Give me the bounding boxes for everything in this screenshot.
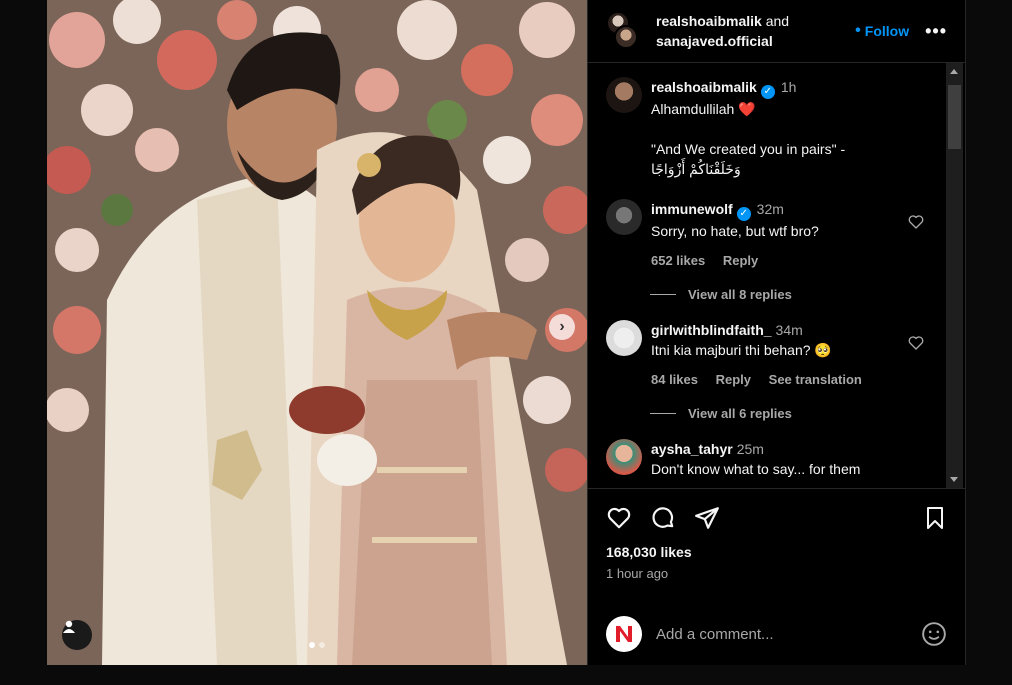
divider xyxy=(650,294,676,295)
caption: realshoaibmalik ✓ 1h Alhamdullilah ❤️ "And… xyxy=(606,77,925,179)
more-options-icon[interactable]: ••• xyxy=(925,21,947,42)
caption-text: وَخَلَقْنَاكُمْ أَزْوَاجًا xyxy=(651,161,741,177)
comment: aysha_tahyr 25m Don't know what to say...… xyxy=(606,439,925,479)
share-icon[interactable] xyxy=(694,505,720,531)
caption-text: "And We created you in pairs" - xyxy=(651,141,846,157)
avatar[interactable] xyxy=(606,77,642,113)
carousel-indicator xyxy=(309,642,325,648)
comment-text: Don't know what to say... for them xyxy=(651,461,861,477)
verified-badge-icon: ✓ xyxy=(760,85,775,99)
instagram-post-modal: › realshoaibmalik and sanajaved.official… xyxy=(0,0,1012,685)
comment-time[interactable]: 1h xyxy=(781,79,797,95)
next-photo-button[interactable]: › xyxy=(549,314,575,340)
post-actions: 168,030 likes 1 hour ago xyxy=(588,488,965,581)
divider xyxy=(650,413,676,414)
post-header: realshoaibmalik and sanajaved.official •… xyxy=(588,0,965,63)
comment-username[interactable]: realshoaibmalik xyxy=(651,79,757,95)
reply-button[interactable]: Reply xyxy=(716,372,751,387)
bookmark-icon[interactable] xyxy=(923,506,947,530)
comment: immunewolf ✓ 32m Sorry, no hate, but wtf b… xyxy=(606,199,925,271)
comment-username[interactable]: immunewolf xyxy=(651,201,733,217)
comment-input[interactable]: Add a comment... xyxy=(656,626,921,643)
comment-likes[interactable]: 84 likes xyxy=(651,372,698,387)
author-joiner: and xyxy=(765,13,790,29)
view-replies-label: View all 6 replies xyxy=(688,406,792,421)
reply-button[interactable]: Reply xyxy=(723,253,758,268)
post-dialog: › realshoaibmalik and sanajaved.official… xyxy=(47,0,966,665)
see-translation-button[interactable]: See translation xyxy=(769,372,862,387)
comment-time[interactable]: 32m xyxy=(757,201,784,217)
author-username[interactable]: sanajaved.official xyxy=(656,33,773,49)
comment-username[interactable]: aysha_tahyr xyxy=(651,441,733,457)
view-replies-button[interactable]: View all 8 replies xyxy=(650,287,925,302)
add-comment-bar: Add a comment... xyxy=(588,603,965,665)
post-authors: realshoaibmalik and sanajaved.official xyxy=(656,11,855,51)
profile-logo-icon xyxy=(607,617,641,651)
comment-text: Itni kia majburi thi behan? 🥺 xyxy=(651,342,832,358)
collab-avatars[interactable] xyxy=(606,11,638,51)
wedding-photo xyxy=(47,0,587,665)
scroll-thumb[interactable] xyxy=(948,85,961,149)
post-details-panel: realshoaibmalik and sanajaved.official •… xyxy=(587,0,966,665)
avatar[interactable] xyxy=(606,199,642,235)
carousel-dot xyxy=(319,642,325,648)
emoji-icon[interactable] xyxy=(921,621,947,647)
likes-count[interactable]: 168,030 likes xyxy=(606,544,947,560)
comment-icon[interactable] xyxy=(650,505,676,531)
comment-likes[interactable]: 652 likes xyxy=(651,253,705,268)
comment-text: Sorry, no hate, but wtf bro? xyxy=(651,223,819,239)
avatar xyxy=(606,616,642,652)
comment-time[interactable]: 34m xyxy=(776,322,803,338)
heart-icon[interactable] xyxy=(606,505,632,531)
caption-text: Alhamdullilah ❤️ xyxy=(651,101,756,117)
comment: girlwithblindfaith_ 34m Itni kia majburi … xyxy=(606,320,925,390)
chevron-right-icon: › xyxy=(559,318,565,335)
user-tag-icon xyxy=(63,620,75,633)
view-replies-button[interactable]: View all 6 replies xyxy=(650,406,925,421)
avatar[interactable] xyxy=(606,320,642,356)
comment-time[interactable]: 25m xyxy=(737,441,764,457)
heart-icon[interactable] xyxy=(907,213,925,231)
avatar[interactable] xyxy=(606,439,642,475)
heart-icon[interactable] xyxy=(907,334,925,352)
avatar xyxy=(614,25,638,49)
comment-username[interactable]: girlwithblindfaith_ xyxy=(651,322,772,338)
tagged-users-button[interactable] xyxy=(62,620,92,650)
post-timestamp[interactable]: 1 hour ago xyxy=(606,566,947,581)
scroll-down-icon[interactable] xyxy=(950,477,958,482)
scroll-up-icon[interactable] xyxy=(950,69,958,74)
follow-button[interactable]: Follow xyxy=(865,23,909,39)
view-replies-label: View all 8 replies xyxy=(688,287,792,302)
comments-list[interactable]: realshoaibmalik ✓ 1h Alhamdullilah ❤️ "And… xyxy=(588,63,965,488)
author-username[interactable]: realshoaibmalik xyxy=(656,13,762,29)
post-photo[interactable]: › xyxy=(47,0,587,665)
separator-dot: • xyxy=(855,22,861,39)
verified-badge-icon: ✓ xyxy=(736,207,751,221)
comments-scrollbar[interactable] xyxy=(946,63,963,488)
carousel-dot-active xyxy=(309,642,315,648)
